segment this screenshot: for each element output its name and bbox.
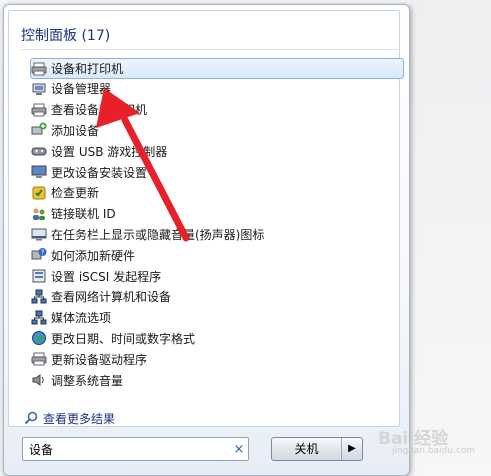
annotation-arrow [96,88,190,242]
watermark-url: jingyan.baidu.com [392,446,476,456]
